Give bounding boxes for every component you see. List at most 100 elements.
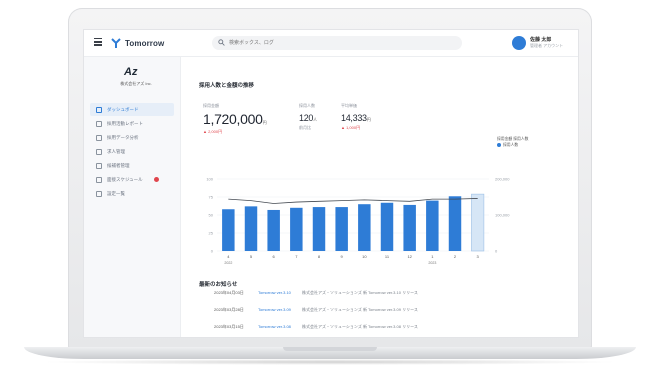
stat-number: 14,333 (341, 113, 367, 123)
y-tick-label: 50 (209, 213, 214, 218)
hamburger-menu-icon[interactable] (94, 38, 102, 46)
news-link[interactable]: Tomorrow ver.3.08 (258, 324, 302, 329)
report-icon (96, 120, 102, 127)
y-tick-label: 25 (209, 231, 214, 236)
x-tick-label: 11 (385, 254, 390, 259)
bar (380, 202, 394, 251)
analytics-icon (96, 134, 102, 141)
sidebar-item-label: 面接スケジュール (107, 176, 143, 182)
bar (426, 200, 439, 251)
x-tick-label: 3 (477, 254, 480, 259)
trend-line (228, 198, 478, 204)
legend-dot-icon (497, 143, 501, 147)
news-date: 2023年03月28日 (214, 306, 244, 312)
bar (312, 207, 326, 251)
news-link[interactable]: Tomorrow ver.3.10 (258, 290, 302, 295)
x-tick-label: 7 (295, 254, 298, 259)
stat-unit-price: 平均単価 14,333円 ▲ 1,000円 (341, 103, 371, 131)
news-table: 2023年04月03日 Tomorrow ver.3.10 株式会社アズ・ソリュ… (214, 284, 422, 335)
bar (290, 207, 303, 251)
bar (244, 206, 258, 251)
x-year-label: 2023 (428, 261, 436, 265)
sidebar-item-dashboard[interactable]: ダッシュボード (90, 103, 174, 116)
stat-value: 14,333円 (341, 113, 371, 123)
legend-bar-label: 採用人数 (503, 143, 519, 147)
stat-delta: ▲ 2,000円 (203, 129, 223, 134)
laptop-notch (283, 347, 377, 351)
org-logo: Az (124, 66, 138, 78)
stat-unit: 円 (262, 120, 267, 125)
stat-delta: ▲ 1,000円 (341, 125, 361, 130)
x-tick-label: 4 (227, 254, 230, 259)
notification-badge (154, 177, 159, 182)
sidebar-item-candidates[interactable]: 候補者管理 (90, 159, 174, 172)
stat-number: 1,720,000 (203, 111, 263, 127)
stat-label: 採用金額 (203, 103, 219, 108)
news-description: 株式会社アズ・ソリューションズ 新 Tomorrow ver.3.08 リリース (302, 323, 418, 329)
stat-unit: 人 (313, 117, 317, 122)
app-name: Tomorrow (125, 38, 165, 48)
sidebar-item-jobs[interactable]: 求人管理 (90, 145, 174, 158)
hiring-chart: 1007550250200,000100,0000420225 6 7 8 9 10 11 1… (206, 177, 510, 266)
sidebar-item-label: 採用データ分析 (107, 134, 139, 140)
dashboard-icon (96, 106, 102, 113)
bar (267, 209, 280, 251)
bar (335, 207, 348, 251)
logo-mark-icon (111, 38, 121, 48)
news-link[interactable]: Tomorrow ver.3.09 (258, 307, 302, 312)
news-description: 株式会社アズ・ソリューションズ 新 Tomorrow ver.3.09 リリース (302, 306, 418, 312)
app-logo[interactable]: Tomorrow (110, 36, 164, 50)
x-tick-label: 12 (407, 254, 412, 259)
sidebar-item-label: 採用活動レポート (107, 120, 143, 126)
table-row: 2023年03月15日 Tomorrow ver.3.08 株式会社アズ・ソリュ… (214, 318, 422, 335)
sidebar-item-label: 設定一覧 (107, 190, 125, 196)
sidebar-item-label: ダッシュボード (107, 106, 139, 112)
sidebar: Az 株式会社アズ Inc. ダッシュボード 採用活動レポート 採用データ分析 … (84, 57, 181, 337)
y2-tick-label: 100,000 (495, 213, 510, 218)
sidebar-item-analytics[interactable]: 採用データ分析 (90, 131, 174, 144)
org-name: 株式会社アズ Inc. (120, 81, 152, 86)
stat-delta: 前月比 (299, 125, 311, 130)
users-icon (96, 162, 102, 169)
top-bar: Tomorrow 佐藤 太郎 管理者 アカウント (84, 30, 578, 57)
bar (448, 196, 462, 251)
table-row: 2023年04月03日 Tomorrow ver.3.10 株式会社アズ・ソリュ… (214, 284, 422, 301)
y-tick-label: 75 (209, 195, 214, 200)
chart-legend: 採用金額 採用人数 採用人数 (497, 136, 528, 148)
stat-label: 平均単価 (341, 103, 357, 108)
stat-amount: 採用金額 1,720,000円 ▲ 2,000円 (203, 103, 267, 135)
x-tick-label: 2 (454, 254, 457, 259)
y-tick-label: 0 (211, 249, 214, 254)
gear-icon (96, 190, 102, 197)
sidebar-item-schedule[interactable]: 面接スケジュール (90, 173, 174, 186)
search-bar[interactable] (212, 36, 462, 50)
y2-tick-label: 0 (495, 249, 498, 254)
laptop-shadow (40, 359, 620, 365)
bar (403, 204, 416, 251)
projected-bar (471, 193, 485, 252)
news-description: 株式会社アズ・ソリューションズ 新 Tomorrow ver.3.10 リリース (302, 289, 418, 295)
avatar[interactable] (512, 36, 526, 50)
stat-number: 120 (299, 113, 314, 123)
user-role: 管理者 アカウント (530, 43, 564, 48)
summary-title: 採用人数と金額の推移 (199, 83, 255, 89)
table-row: 2023年03月28日 Tomorrow ver.3.09 株式会社アズ・ソリュ… (214, 301, 422, 318)
y2-tick-label: 200,000 (495, 177, 510, 182)
x-tick-label: 5 (250, 254, 253, 259)
app-screen: Tomorrow 佐藤 太郎 管理者 アカウント Az 株式会社アズ Inc. … (84, 30, 578, 337)
x-tick-label: 8 (318, 254, 321, 259)
search-icon (218, 39, 225, 46)
stat-value: 120人 (299, 113, 317, 123)
sidebar-item-label: 候補者管理 (107, 162, 130, 168)
y-tick-label: 100 (206, 177, 213, 182)
user-menu[interactable]: 佐藤 太郎 管理者 アカウント (512, 35, 563, 51)
stat-label: 採用人数 (299, 103, 315, 108)
news-date: 2023年04月03日 (214, 289, 244, 295)
briefcase-icon (96, 148, 102, 155)
sidebar-item-settings[interactable]: 設定一覧 (90, 187, 174, 200)
stat-hires: 採用人数 120人 前月比 (299, 103, 317, 131)
sidebar-item-reports[interactable]: 採用活動レポート (90, 117, 174, 130)
news-date: 2023年03月15日 (214, 323, 244, 329)
x-tick-label: 1 (431, 254, 434, 259)
search-input[interactable] (229, 37, 449, 49)
